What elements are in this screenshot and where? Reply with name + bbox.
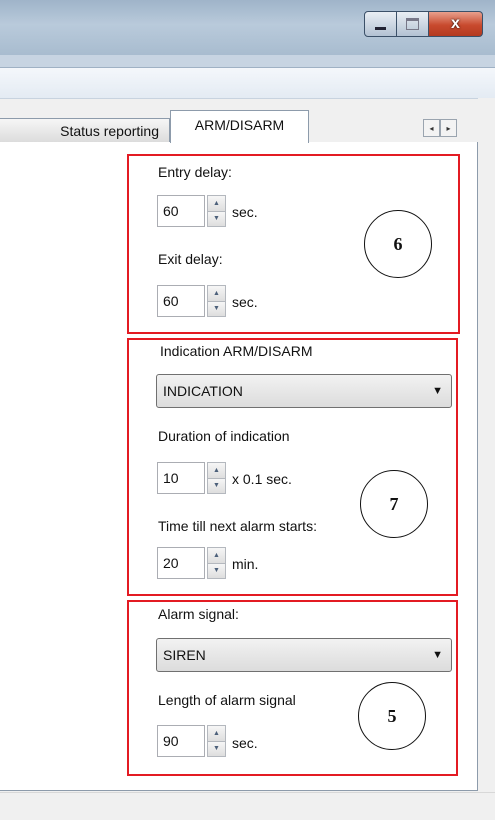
maximize-button[interactable] (397, 11, 429, 37)
menu-strip (0, 55, 495, 68)
close-button[interactable]: x (429, 11, 483, 37)
close-icon: x (451, 15, 460, 32)
window-controls: x (364, 11, 483, 37)
window-title-bar: x (0, 0, 495, 55)
tab-arm-disarm[interactable]: ARM/DISARM (170, 110, 309, 143)
tab-row: Status reporting ARM/DISARM (0, 110, 478, 143)
tab-scroll-right-button[interactable]: ▸ (440, 119, 457, 137)
tab-status-reporting[interactable]: Status reporting (0, 118, 170, 142)
maximize-icon (406, 18, 419, 30)
callout-marker-5: 5 (358, 682, 426, 750)
minimize-icon (375, 26, 386, 30)
callout-marker-7: 7 (360, 470, 428, 538)
toolbar-strip (0, 68, 495, 99)
minimize-button[interactable] (364, 11, 397, 37)
callout-marker-6: 6 (364, 210, 432, 278)
tab-scroll-left-button[interactable]: ◂ (423, 119, 440, 137)
tab-scroll-buttons: ◂ ▸ (423, 119, 457, 137)
status-bar (0, 792, 495, 820)
window-edge (478, 98, 495, 798)
highlight-box-section-7 (127, 338, 458, 596)
